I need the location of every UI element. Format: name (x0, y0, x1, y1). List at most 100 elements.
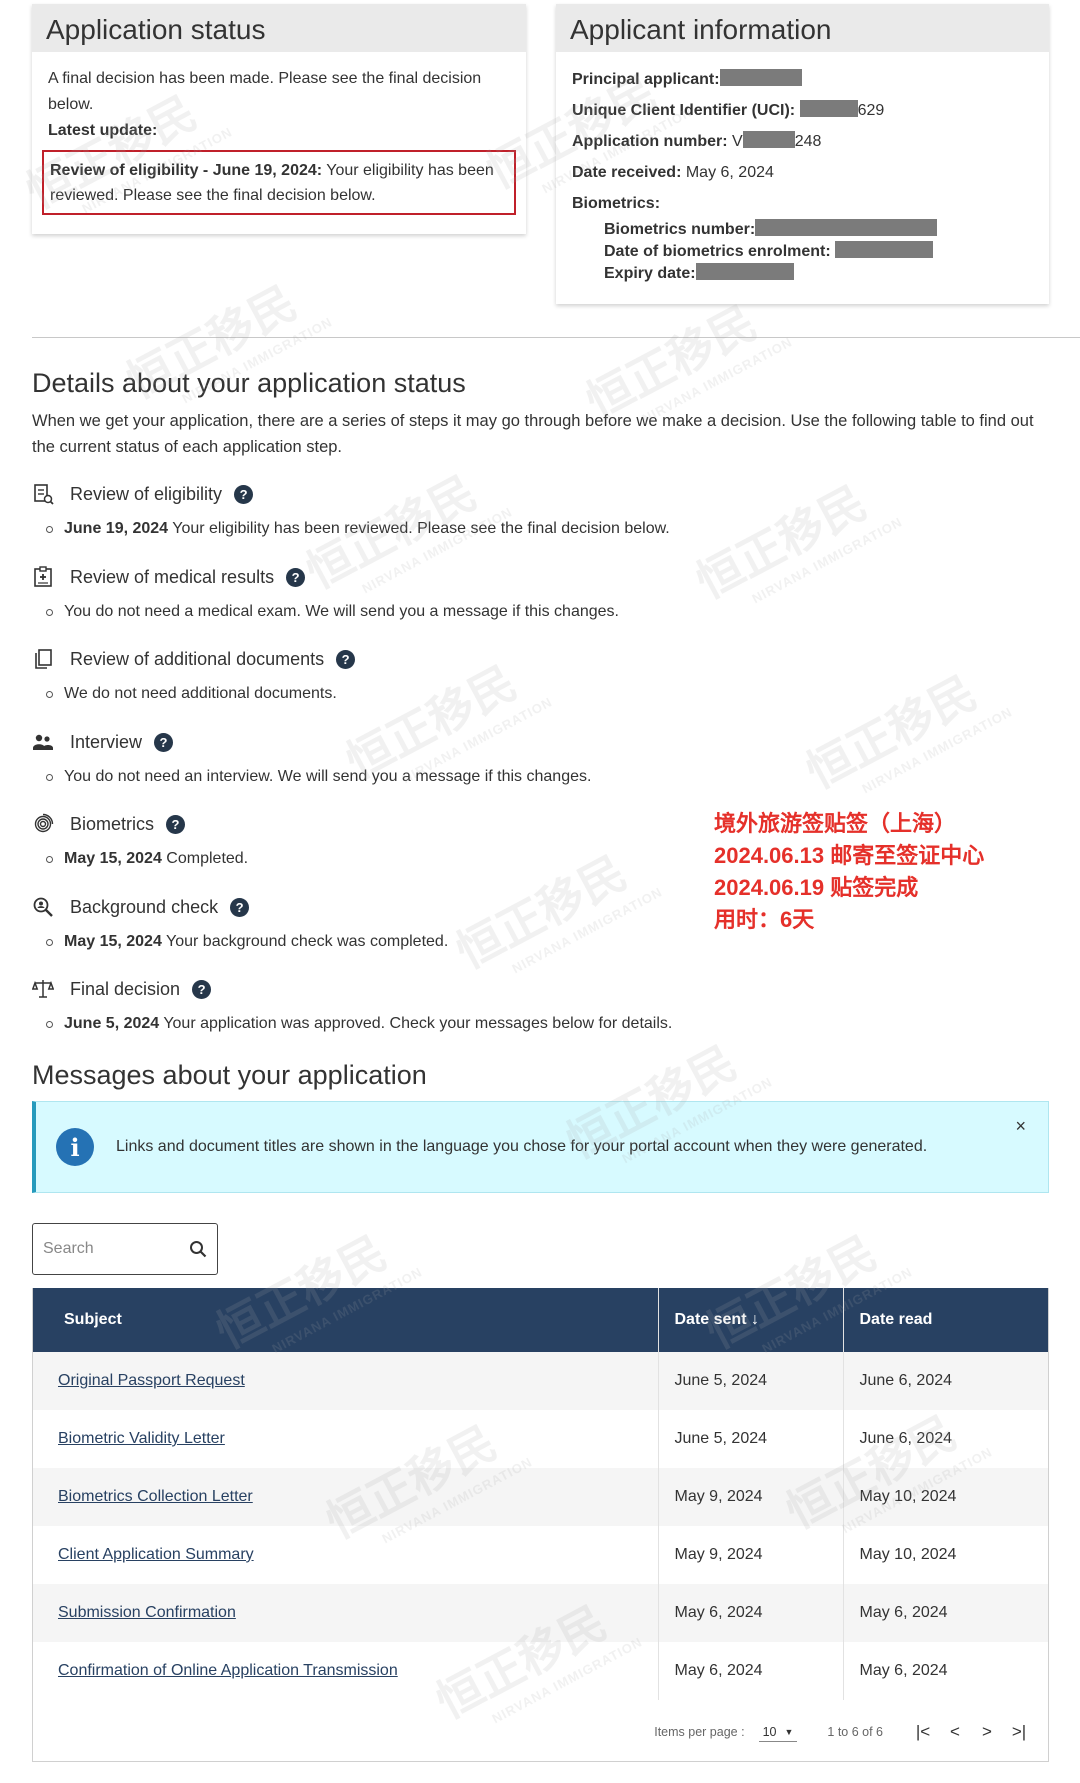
application-status-card: Application status A final decision has … (32, 4, 526, 234)
step-text: Your background check was completed. (161, 933, 449, 950)
step-date: June 5, 2024 (64, 1015, 160, 1032)
table-row: Original Passport Request June 5, 2024 J… (32, 1352, 1049, 1410)
step-text: Completed. (161, 850, 249, 867)
date-sent-cell: June 5, 2024 (657, 1410, 843, 1468)
message-link[interactable]: Original Passport Request (58, 1372, 245, 1389)
latest-update-heading: Review of eligibility - June 19, 2024: (50, 161, 323, 179)
step-interview: Interview ? You do not need an interview… (32, 728, 752, 788)
previous-page-icon[interactable]: < (939, 1722, 971, 1742)
message-link[interactable]: Biometrics Collection Letter (58, 1488, 253, 1505)
biometrics-date-label: Date of biometrics enrolment: (604, 243, 831, 260)
watermark-en: NIRVANA IMMIGRATION (749, 514, 905, 607)
step-date: June 19, 2024 (64, 520, 169, 537)
date-sent-cell: May 6, 2024 (657, 1642, 843, 1700)
step-review-of-medical-results: Review of medical results ? You do not n… (32, 563, 752, 623)
step-status: May 15, 2024 Completed. (32, 848, 752, 870)
visa-timeline-note: 境外旅游签贴签（上海） 2024.06.13 邮寄至签证中心 2024.06.1… (714, 808, 984, 936)
message-link[interactable]: Biometric Validity Letter (58, 1430, 225, 1447)
redacted-application-number (742, 131, 795, 148)
step-text: Your application was approved. Check you… (159, 1015, 673, 1032)
date-received-value: May 6, 2024 (685, 164, 774, 181)
table-row: Biometric Validity Letter June 5, 2024 J… (32, 1410, 1049, 1468)
search-input[interactable] (43, 1240, 173, 1258)
date-read-cell: May 6, 2024 (842, 1642, 1049, 1700)
step-final-decision: Final decision ? June 5, 2024 Your appli… (32, 975, 752, 1035)
step-title: Background check (70, 896, 219, 917)
paginator: Items per page : 10 ▼ 1 to 6 of 6 |< < > … (32, 1712, 1049, 1752)
note-line-mailed: 2024.06.13 邮寄至签证中心 (714, 843, 985, 868)
date-received-label: Date received: (572, 164, 682, 181)
uci-row: Unique Client Identifier (UCI): 629 (572, 95, 1033, 126)
note-line-duration: 用时：6天 (714, 907, 815, 932)
date-sent-cell: May 9, 2024 (657, 1526, 843, 1584)
principal-applicant-label: Principal applicant: (572, 71, 720, 88)
biometrics-date-row: Date of biometrics enrolment: (604, 241, 1033, 263)
step-status: We do not need additional documents. (32, 683, 752, 705)
step-title: Final decision (70, 978, 181, 999)
messages-table: Subject Date sent ↓ Date read Original P… (32, 1288, 1049, 1700)
chevron-down-icon: ▼ (784, 1726, 794, 1737)
date-received-row: Date received: May 6, 2024 (572, 157, 1033, 188)
column-subject[interactable]: Subject (32, 1288, 658, 1352)
step-text: Your eligibility has been reviewed. Plea… (168, 520, 670, 537)
items-per-page-label: Items per page : (654, 1725, 745, 1739)
step-background-check: Background check ? May 15, 2024 Your bac… (32, 893, 752, 953)
column-date-sent[interactable]: Date sent ↓ (657, 1288, 843, 1352)
date-read-cell: June 6, 2024 (842, 1352, 1049, 1410)
applicant-information-title: Applicant information (556, 4, 1049, 52)
message-link[interactable]: Submission Confirmation (58, 1604, 236, 1621)
step-review-of-additional-documents: Review of additional documents ? We do n… (32, 645, 752, 705)
date-read-cell: May 10, 2024 (842, 1526, 1049, 1584)
items-per-page-value: 10 (762, 1724, 777, 1739)
close-icon[interactable]: × (1015, 1116, 1026, 1137)
last-page-icon[interactable]: >| (1003, 1722, 1035, 1742)
checklist-icon (32, 483, 54, 505)
search-icon[interactable] (189, 1240, 207, 1258)
language-info-alert: i Links and document titles are shown in… (32, 1101, 1049, 1193)
interview-icon (32, 731, 54, 753)
redacted-biometrics-number (755, 219, 938, 236)
section-divider (32, 337, 1080, 338)
table-row: Confirmation of Online Application Trans… (32, 1642, 1049, 1700)
application-number-prefix: V (732, 133, 743, 150)
help-icon[interactable]: ? (166, 814, 186, 834)
help-icon[interactable]: ? (230, 897, 250, 917)
message-link[interactable]: Client Application Summary (58, 1546, 254, 1563)
watermark-cn: 恒正移民 (797, 665, 986, 800)
help-icon[interactable]: ? (286, 567, 306, 587)
step-biometrics: Biometrics ? May 15, 2024 Completed. (32, 810, 752, 870)
info-icon: i (56, 1128, 94, 1166)
uci-label: Unique Client Identifier (UCI): (572, 102, 796, 119)
redacted-biometrics-date (835, 241, 934, 258)
help-icon[interactable]: ? (154, 732, 174, 752)
step-status: You do not need a medical exam. We will … (32, 601, 752, 623)
help-icon[interactable]: ? (192, 979, 212, 999)
details-title: Details about your application status (32, 368, 466, 398)
note-line-title: 境外旅游签贴签（上海） (714, 811, 957, 836)
column-date-read[interactable]: Date read (842, 1288, 1049, 1352)
help-icon[interactable]: ? (336, 649, 356, 669)
help-icon[interactable]: ? (234, 484, 254, 504)
step-title: Interview (70, 731, 143, 752)
first-page-icon[interactable]: |< (907, 1722, 939, 1742)
latest-update-label: Latest update: (48, 121, 158, 139)
application-number-label: Application number: (572, 133, 728, 150)
details-intro: When we get your application, there are … (32, 412, 1034, 456)
next-page-icon[interactable]: > (971, 1722, 1003, 1742)
items-per-page-select[interactable]: 10 ▼ (758, 1723, 798, 1742)
message-link[interactable]: Confirmation of Online Application Trans… (58, 1662, 398, 1679)
table-row: Biometrics Collection Letter May 9, 2024… (32, 1468, 1049, 1526)
watermark: 恒正移民NIRVANA IMMIGRATION (113, 256, 334, 425)
step-review-of-eligibility: Review of eligibility ? June 19, 2024 Yo… (32, 480, 752, 540)
watermark-en: NIRVANA IMMIGRATION (859, 704, 1015, 797)
latest-update-box: Review of eligibility - June 19, 2024: Y… (42, 149, 516, 215)
step-status: June 19, 2024 Your eligibility has been … (32, 518, 752, 540)
expiry-date-row: Expiry date: (604, 263, 1033, 285)
date-read-cell: June 6, 2024 (842, 1410, 1049, 1468)
alert-text: Links and document titles are shown in t… (116, 1138, 928, 1155)
step-date: May 15, 2024 (64, 850, 162, 867)
step-status: You do not need an interview. We will se… (32, 766, 752, 788)
expiry-date-label: Expiry date: (604, 265, 696, 282)
step-title: Biometrics (70, 813, 155, 834)
biometrics-label: Biometrics: (572, 195, 661, 212)
